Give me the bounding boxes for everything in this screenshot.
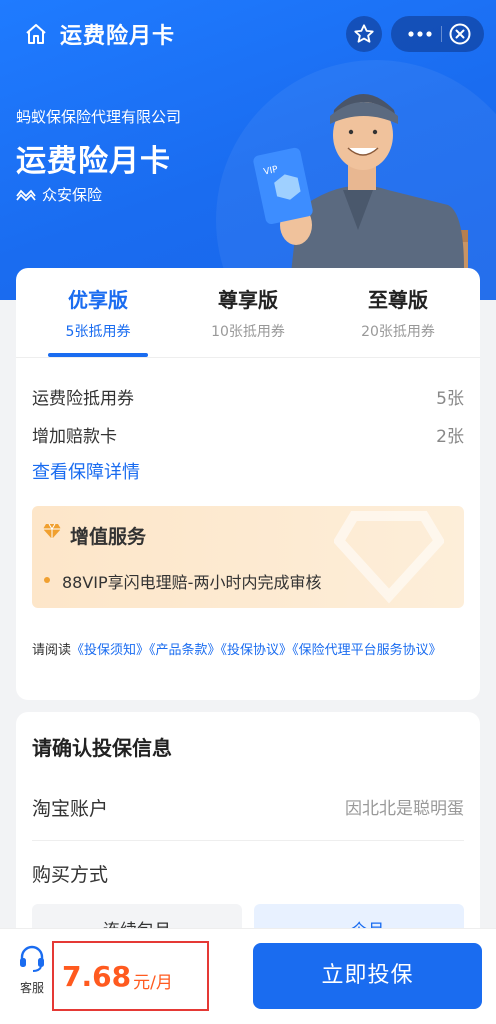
plan-tabs: 优享版 5张抵用券 尊享版 10张抵用券 至尊版 20张抵用券 [16, 268, 480, 358]
account-row: 淘宝账户 因北北是聪明蛋 [32, 794, 464, 821]
agreement-prefix: 请阅读 [32, 643, 72, 658]
close-icon[interactable] [448, 22, 472, 46]
customer-service-button[interactable]: 客服 [10, 943, 54, 996]
coverage-value: 2张 [436, 426, 464, 447]
coverage-label: 运费险抵用券 [32, 388, 134, 409]
value-added-title: 增值服务 [70, 526, 147, 548]
tab-indicator [48, 353, 148, 357]
tab-sub: 10张抵用券 [211, 324, 285, 340]
plan-card: 优享版 5张抵用券 尊享版 10张抵用券 至尊版 20张抵用券 运费险抵用券 5… [16, 268, 480, 700]
insurer-line: 众安保险 [16, 184, 102, 204]
tab-sub: 5张抵用券 [65, 324, 131, 340]
insurer-name: 众安保险 [42, 185, 103, 204]
tab-sub: 20张抵用券 [361, 324, 435, 340]
tab-plan-ultimate[interactable]: 至尊版 20张抵用券 [323, 284, 473, 341]
tab-name: 尊享版 [218, 288, 278, 312]
price-amount: 7.68 [62, 959, 132, 993]
coverage-value: 5张 [436, 388, 464, 409]
bottom-bar: 客服 7.68 元/月 立即投保 [0, 928, 496, 1024]
buy-now-button[interactable]: 立即投保 [253, 943, 482, 1009]
diamond-watermark-icon [334, 511, 444, 604]
top-bar: 运费险月卡 [0, 0, 496, 68]
favorite-button[interactable] [346, 16, 382, 52]
value-added-item: 88VIP享闪电理赔-两小时内完成审核 [62, 573, 322, 592]
coverage-detail-link[interactable]: 查看保障详情 [32, 458, 140, 484]
buy-method-label: 购买方式 [32, 864, 109, 886]
headset-icon [20, 945, 44, 972]
price-unit: 元/月 [133, 972, 173, 993]
page-title: 运费险月卡 [60, 24, 176, 49]
bullet-dot [44, 577, 50, 583]
courier-illustration: VIP [253, 94, 468, 300]
agreement-text: 请阅读《投保须知》《产品条款》《投保协议》《保险代理平台服务协议》 [32, 640, 464, 662]
doc-link-agreement[interactable]: 《投保协议》 [221, 643, 293, 658]
more-button[interactable] [403, 16, 437, 52]
coverage-row: 增加赔款卡 2张 [32, 420, 464, 448]
account-value: 因北北是聪明蛋 [345, 799, 464, 819]
customer-service-label: 客服 [19, 981, 44, 995]
home-icon[interactable] [24, 22, 48, 46]
value-added-service-panel: 增值服务 88VIP享闪电理赔-两小时内完成审核 [32, 506, 464, 608]
divider [32, 840, 464, 841]
doc-link-notice[interactable]: 《投保须知》 [71, 643, 149, 658]
confirm-title: 请确认投保信息 [32, 736, 172, 760]
insurer-logo-icon [16, 189, 36, 201]
doc-link-terms[interactable]: 《产品条款》 [149, 643, 221, 658]
confirm-card: 请确认投保信息 淘宝账户 因北北是聪明蛋 购买方式 连续包月 一个月 [16, 712, 480, 952]
price-display: 7.68 元/月 [52, 941, 209, 1011]
coverage-label: 增加赔款卡 [32, 426, 117, 447]
tab-plan-premium[interactable]: 尊享版 10张抵用券 [173, 284, 323, 341]
hero-banner: 运费险月卡 蚂蚁保保险代理有限公司 运费险月卡 众安保险 VIP [0, 0, 496, 300]
product-title: 运费险月卡 [16, 144, 171, 179]
tab-name: 优享版 [68, 288, 128, 312]
agency-name: 蚂蚁保保险代理有限公司 [16, 108, 182, 126]
diamond-icon [43, 523, 61, 539]
tab-name: 至尊版 [368, 288, 428, 312]
account-label: 淘宝账户 [32, 798, 109, 820]
tab-plan-basic[interactable]: 优享版 5张抵用券 [23, 284, 173, 341]
mini-app-capsule [391, 16, 484, 52]
doc-link-platform[interactable]: 《保险代理平台服务协议》 [292, 643, 442, 658]
star-icon [354, 24, 374, 43]
coverage-row: 运费险抵用券 5张 [32, 382, 464, 410]
more-dots-icon [408, 31, 432, 37]
capsule-divider [441, 26, 442, 42]
